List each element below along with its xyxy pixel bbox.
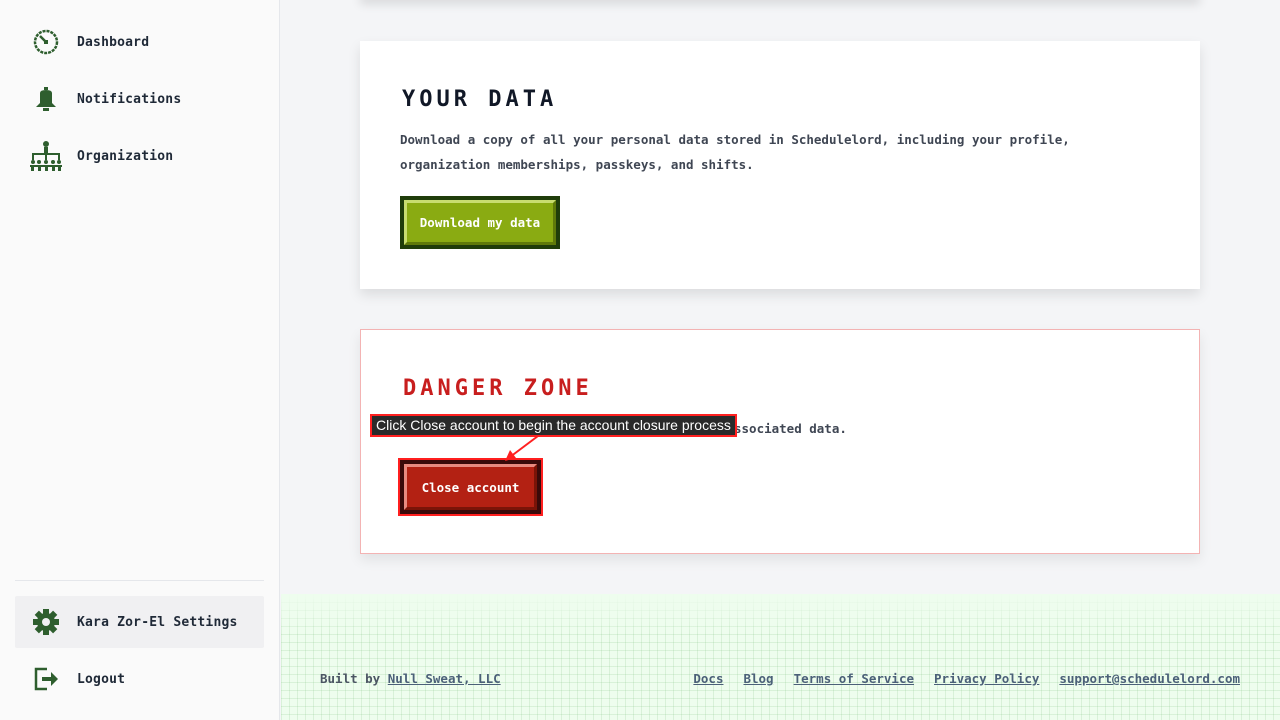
dashboard-icon [29, 25, 63, 59]
footer-built-by: Built by Null Sweat, LLC [320, 671, 501, 686]
sidebar-item-organization[interactable]: Organization [15, 130, 264, 182]
sidebar-item-label: Organization [77, 148, 174, 164]
footer-links: Docs Blog Terms of Service Privacy Polic… [693, 671, 1240, 686]
sidebar: Dashboard Notifications Organization Kar… [0, 0, 280, 720]
footer-link-support-email[interactable]: support@schedulelord.com [1059, 671, 1240, 686]
sidebar-item-label: Notifications [77, 91, 182, 107]
sidebar-item-notifications[interactable]: Notifications [15, 73, 264, 125]
org-chart-icon [29, 139, 63, 173]
sidebar-item-logout[interactable]: Logout [15, 653, 264, 705]
sidebar-divider [15, 580, 264, 581]
footer: Built by Null Sweat, LLC Docs Blog Terms… [281, 594, 1280, 720]
sidebar-item-settings[interactable]: Kara Zor-El Settings [15, 596, 264, 648]
annotation-tooltip: Click Close account to begin the account… [370, 414, 737, 437]
close-account-button[interactable]: Close account [398, 458, 543, 516]
download-data-button-label: Download my data [404, 200, 556, 245]
gear-icon [29, 605, 63, 639]
footer-link-privacy[interactable]: Privacy Policy [934, 671, 1039, 686]
footer-link-terms[interactable]: Terms of Service [794, 671, 914, 686]
logout-icon [29, 662, 63, 696]
your-data-card: YOUR DATA Download a copy of all your pe… [360, 41, 1200, 289]
sidebar-item-label: Logout [77, 671, 126, 687]
your-data-description: Download a copy of all your personal dat… [400, 132, 1070, 172]
danger-zone-card: DANGER ZONE ssociated data. Close accoun… [360, 329, 1200, 554]
sidebar-item-dashboard[interactable]: Dashboard [15, 16, 264, 68]
close-account-button-label: Close account [404, 464, 537, 510]
sidebar-item-label: Kara Zor-El Settings [77, 614, 238, 630]
danger-zone-title: DANGER ZONE [403, 376, 593, 401]
sidebar-item-label: Dashboard [77, 34, 150, 50]
null-sweat-link[interactable]: Null Sweat, LLC [388, 671, 501, 686]
footer-link-docs[interactable]: Docs [693, 671, 723, 686]
bell-icon [29, 82, 63, 116]
footer-link-blog[interactable]: Blog [743, 671, 773, 686]
download-data-button[interactable]: Download my data [400, 196, 560, 249]
your-data-title: YOUR DATA [402, 87, 558, 112]
